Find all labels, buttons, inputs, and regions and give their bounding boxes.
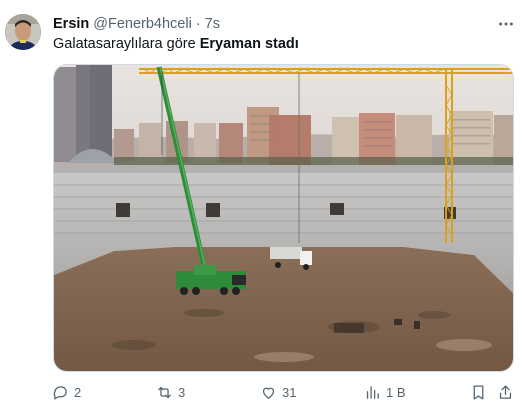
author-handle[interactable]: @Fenerb4hceli <box>93 16 192 32</box>
tweet-header: Ersin @Fenerb4hceli · 7s <box>53 14 220 34</box>
avatar[interactable] <box>5 14 41 50</box>
bookmark-icon <box>473 384 484 400</box>
more-horizontal-icon <box>499 22 513 26</box>
reply-count: 2 <box>74 384 82 400</box>
bookmark-button[interactable] <box>470 381 487 403</box>
reply-icon <box>53 385 67 400</box>
tweet-card[interactable]: Ersin @Fenerb4hceli · 7s Galatasaraylıla… <box>0 0 523 405</box>
views-button[interactable]: 1 B <box>364 381 406 403</box>
tweet-text-bold: Eryaman stadı <box>199 36 299 52</box>
like-button[interactable]: 31 <box>260 381 296 403</box>
tweet-text: Galatasaraylılara göre Eryaman stadı <box>53 36 299 52</box>
retweet-icon <box>158 386 171 398</box>
views-chart-icon <box>366 385 379 399</box>
more-options-button[interactable] <box>496 14 516 34</box>
retweet-button[interactable]: 3 <box>156 381 185 403</box>
share-icon <box>499 384 512 399</box>
tweet-actions-bar: 2 3 31 1 B <box>48 381 518 403</box>
retweet-count: 3 <box>178 384 186 400</box>
tweet-text-prefix: Galatasaraylılara göre <box>53 36 200 52</box>
heart-icon <box>262 387 275 399</box>
tweet-media-photo[interactable] <box>53 64 514 372</box>
share-button[interactable] <box>497 381 514 403</box>
separator-dot: · <box>195 16 201 32</box>
stadium-construction-photo <box>54 65 513 371</box>
like-count: 31 <box>282 384 297 400</box>
reply-button[interactable]: 2 <box>52 381 81 403</box>
author-name[interactable]: Ersin <box>53 16 89 32</box>
avatar-photo <box>5 14 41 50</box>
views-count: 1 B <box>386 384 406 400</box>
timestamp[interactable]: 7s <box>205 16 220 32</box>
